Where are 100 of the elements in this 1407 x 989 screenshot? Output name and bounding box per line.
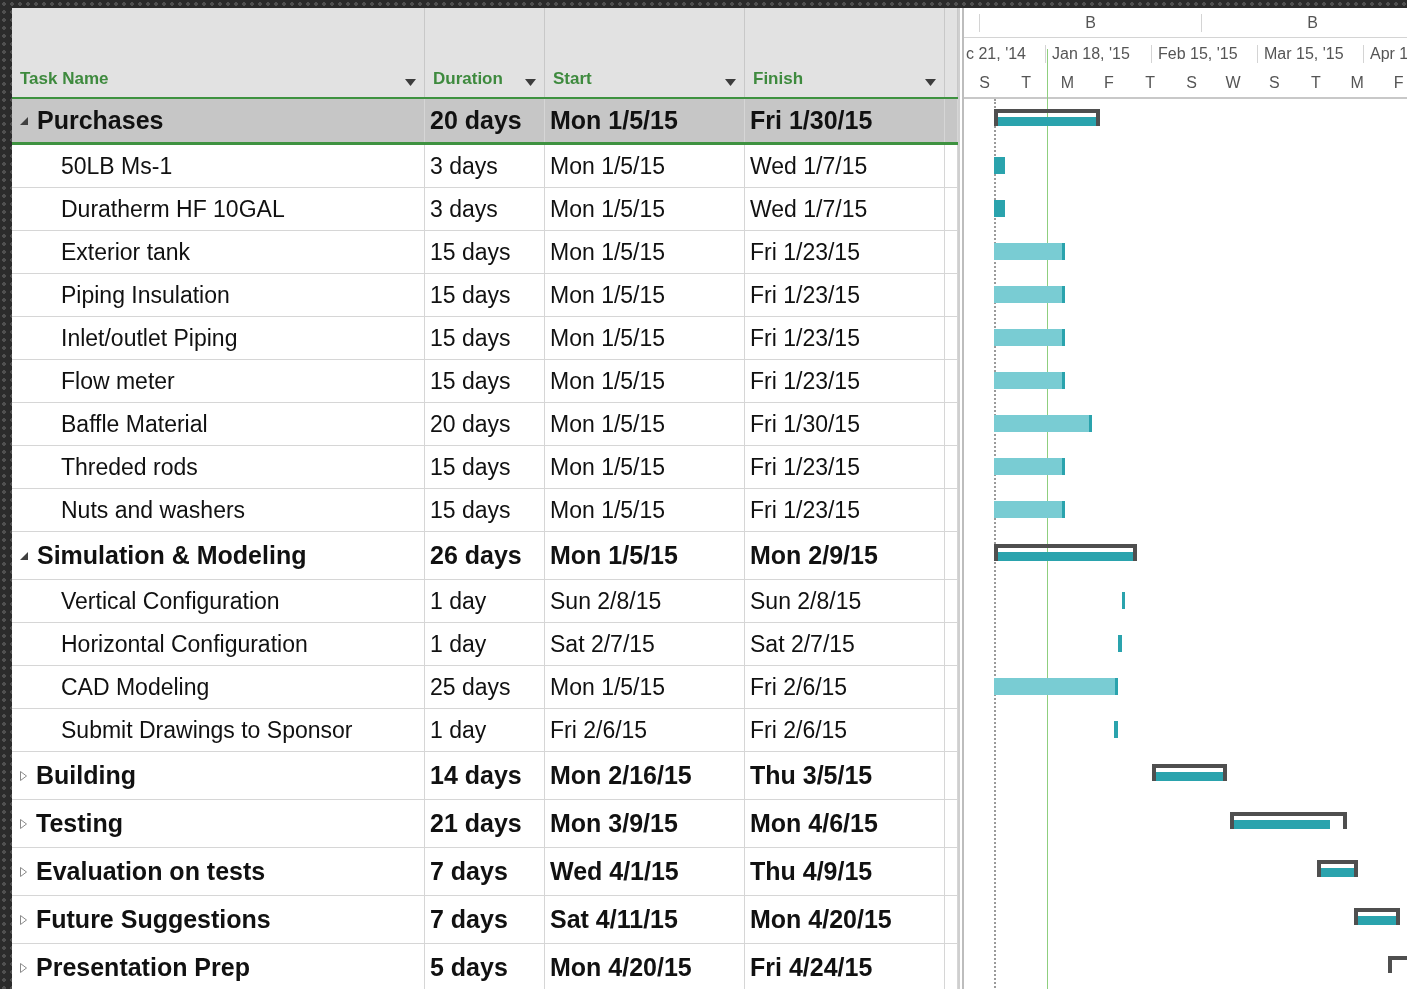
- task-name: Testing: [36, 809, 124, 838]
- task-row[interactable]: Inlet/outlet Piping 15 days Mon 1/5/15 Fri 1/23/15: [12, 317, 958, 360]
- finish-date-cell: Sun 2/8/15: [750, 587, 862, 615]
- task-name: Nuts and washers: [61, 496, 246, 524]
- duration-cell: 25 days: [430, 673, 511, 701]
- timescale-label: M: [1349, 74, 1365, 92]
- timescale-label: T: [1144, 74, 1157, 92]
- collapse-caret-icon[interactable]: [20, 962, 27, 973]
- finish-date-cell: Fri 2/6/15: [750, 716, 848, 744]
- duration-cell: 26 days: [430, 541, 522, 570]
- finish-date-cell: Fri 1/30/15: [750, 106, 873, 135]
- timescale-label: S: [1268, 74, 1281, 92]
- duration-cell: 14 days: [430, 761, 522, 790]
- task-name: Evaluation on tests: [36, 857, 266, 886]
- finish-date-cell: Fri 1/23/15: [750, 238, 860, 266]
- collapse-caret-icon[interactable]: [20, 914, 27, 925]
- summary-bar: [1316, 860, 1359, 877]
- task-bar: [994, 200, 1006, 217]
- task-row[interactable]: Evaluation on tests 7 days Wed 4/1/15 Thu 4/9/15: [12, 848, 958, 896]
- task-row[interactable]: Submit Drawings to Sponsor 1 day Fri 2/6/15 Fri 2/6/15: [12, 709, 958, 752]
- start-date-cell: Mon 1/5/15: [550, 281, 666, 309]
- task-bar: [994, 372, 1066, 389]
- expand-caret-icon[interactable]: [20, 551, 28, 560]
- start-date-cell: Mon 4/20/15: [550, 953, 692, 982]
- task-row[interactable]: Piping Insulation 15 days Mon 1/5/15 Fri 1/23/15: [12, 274, 958, 317]
- finish-date-cell: Fri 1/30/15: [750, 410, 860, 438]
- duration-cell: 21 days: [430, 809, 522, 838]
- task-name: Flow meter: [61, 367, 175, 395]
- finish-date-cell: Thu 3/5/15: [750, 761, 873, 790]
- timescale-label: c 21, '14: [965, 44, 1027, 63]
- finish-date-cell: Fri 1/23/15: [750, 324, 860, 352]
- duration-cell: 15 days: [430, 324, 511, 352]
- timescale-label: W: [1224, 74, 1242, 92]
- collapse-caret-icon[interactable]: [20, 866, 27, 877]
- finish-date-cell: Fri 4/24/15: [750, 953, 873, 982]
- task-row[interactable]: Future Suggestions 7 days Sat 4/11/15 Mon 4/20/15: [12, 896, 958, 944]
- task-bar: [1114, 721, 1118, 738]
- task-row[interactable]: Flow meter 15 days Mon 1/5/15 Fri 1/23/15: [12, 360, 958, 403]
- task-row[interactable]: Horizontal Configuration 1 day Sat 2/7/15 Sat 2/7/15: [12, 623, 958, 666]
- duration-cell: 3 days: [430, 152, 498, 180]
- finish-date-cell: Thu 4/9/15: [750, 857, 873, 886]
- finish-date-cell: Fri 1/23/15: [750, 367, 860, 395]
- start-date-cell: Mon 1/5/15: [550, 106, 678, 135]
- timescale-label: S: [1185, 74, 1198, 92]
- task-name: Simulation & Modeling: [37, 541, 307, 570]
- duration-cell: 3 days: [430, 195, 498, 223]
- finish-date-cell: Wed 1/7/15: [750, 195, 868, 223]
- expand-caret-icon[interactable]: [20, 116, 28, 125]
- start-date-cell: Mon 1/5/15: [550, 410, 666, 438]
- task-name: 50LB Ms-1: [61, 152, 173, 180]
- task-row[interactable]: Vertical Configuration 1 day Sun 2/8/15 Sun 2/8/15: [12, 580, 958, 623]
- task-name: Vertical Configuration: [61, 587, 280, 615]
- start-date-cell: Mon 1/5/15: [550, 238, 666, 266]
- task-row[interactable]: Building 14 days Mon 2/16/15 Thu 3/5/15: [12, 752, 958, 800]
- task-row[interactable]: Nuts and washers 15 days Mon 1/5/15 Fri 1/23/15: [12, 489, 958, 532]
- task-name: Submit Drawings to Sponsor: [61, 716, 353, 744]
- collapse-caret-icon[interactable]: [20, 770, 27, 781]
- task-bar: [994, 458, 1066, 475]
- task-row[interactable]: Testing 21 days Mon 3/9/15 Mon 4/6/15: [12, 800, 958, 848]
- task-bar: [994, 243, 1066, 260]
- task-row[interactable]: Threded rods 15 days Mon 1/5/15 Fri 1/23/15: [12, 446, 958, 489]
- dropdown-arrow-icon[interactable]: [525, 79, 536, 86]
- task-name: CAD Modeling: [61, 673, 210, 701]
- duration-cell: 20 days: [430, 410, 511, 438]
- dropdown-arrow-icon[interactable]: [725, 79, 736, 86]
- duration-cell: 15 days: [430, 281, 511, 309]
- timescale-label: B: [1201, 13, 1407, 32]
- task-row[interactable]: 50LB Ms-1 3 days Mon 1/5/15 Wed 1/7/15: [12, 145, 958, 188]
- task-row[interactable]: CAD Modeling 25 days Mon 1/5/15 Fri 2/6/15: [12, 666, 958, 709]
- finish-date-cell: Mon 4/20/15: [750, 905, 892, 934]
- duration-cell: 1 day: [430, 587, 487, 615]
- finish-date-cell: Fri 1/23/15: [750, 453, 860, 481]
- finish-date-cell: Wed 1/7/15: [750, 152, 868, 180]
- dropdown-arrow-icon[interactable]: [925, 79, 936, 86]
- summary-bar: [1354, 908, 1400, 925]
- task-bar: [994, 329, 1066, 346]
- task-name: Purchases: [37, 106, 164, 135]
- task-name: Presentation Prep: [36, 953, 250, 982]
- start-date-cell: Mon 2/16/15: [550, 761, 692, 790]
- start-date-cell: Mon 3/9/15: [550, 809, 678, 838]
- task-bar: [1117, 635, 1122, 652]
- start-date-cell: Sat 4/11/15: [550, 905, 678, 934]
- task-row[interactable]: Exterior tank 15 days Mon 1/5/15 Fri 1/23/15: [12, 231, 958, 274]
- collapse-caret-icon[interactable]: [20, 818, 27, 829]
- task-bar: [1121, 592, 1126, 609]
- start-date-cell: Wed 4/1/15: [550, 857, 679, 886]
- task-row[interactable]: Purchases 20 days Mon 1/5/15 Fri 1/30/15: [12, 97, 958, 145]
- start-date-cell: Mon 1/5/15: [550, 453, 666, 481]
- start-date-cell: Sun 2/8/15: [550, 587, 662, 615]
- task-name: Horizontal Configuration: [61, 630, 308, 658]
- task-name: Exterior tank: [61, 238, 191, 266]
- task-name: Inlet/outlet Piping: [61, 324, 238, 352]
- task-row[interactable]: Simulation & Modeling 26 days Mon 1/5/15 Mon 2/9/15: [12, 532, 958, 580]
- task-row[interactable]: Duratherm HF 10GAL 3 days Mon 1/5/15 Wed 1/7/15: [12, 188, 958, 231]
- finish-date-cell: Sat 2/7/15: [750, 630, 855, 658]
- dropdown-arrow-icon[interactable]: [405, 79, 416, 86]
- task-bar: [994, 286, 1066, 303]
- task-row[interactable]: Baffle Material 20 days Mon 1/5/15 Fri 1/30/15: [12, 403, 958, 446]
- task-bar: [994, 501, 1066, 518]
- finish-date-cell: Fri 1/23/15: [750, 281, 860, 309]
